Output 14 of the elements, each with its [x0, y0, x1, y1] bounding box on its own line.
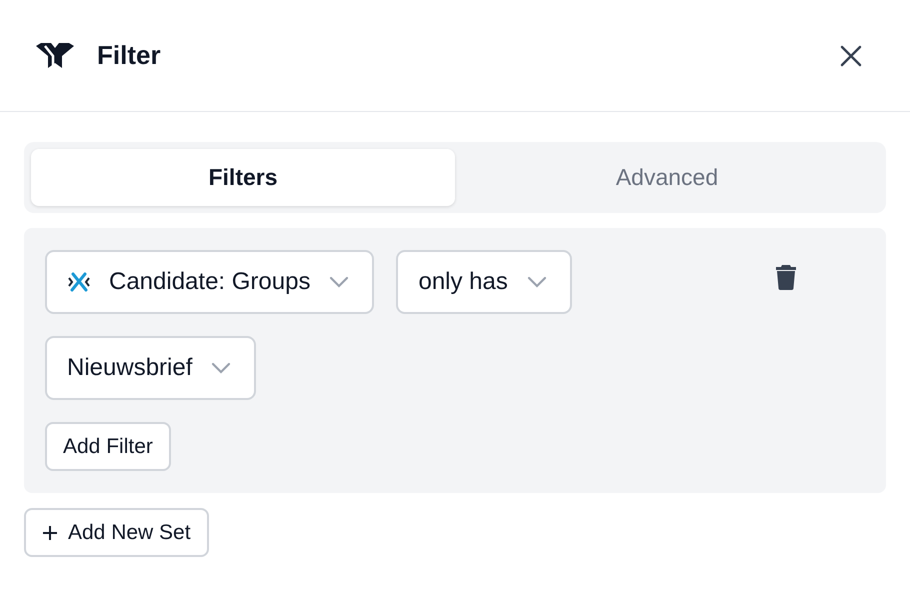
- chevron-down-icon: [210, 361, 232, 375]
- add-filter-button[interactable]: Add Filter: [45, 422, 171, 471]
- plus-icon: [42, 524, 58, 540]
- operator-select[interactable]: only has: [396, 250, 572, 314]
- tab[interactable]: Advanced: [455, 149, 879, 206]
- funnel-icon: [36, 42, 74, 68]
- add-new-set-button[interactable]: Add New Set: [24, 508, 209, 557]
- chevron-down-icon: [526, 275, 548, 289]
- chevron-down-icon: [328, 275, 350, 289]
- field-select[interactable]: Candidate: Groups: [45, 250, 374, 314]
- value-select[interactable]: Nieuwsbrief: [45, 336, 256, 400]
- dialog-title: Filter: [97, 40, 162, 71]
- trash-icon[interactable]: [775, 264, 797, 290]
- tab[interactable]: Filters: [31, 149, 455, 206]
